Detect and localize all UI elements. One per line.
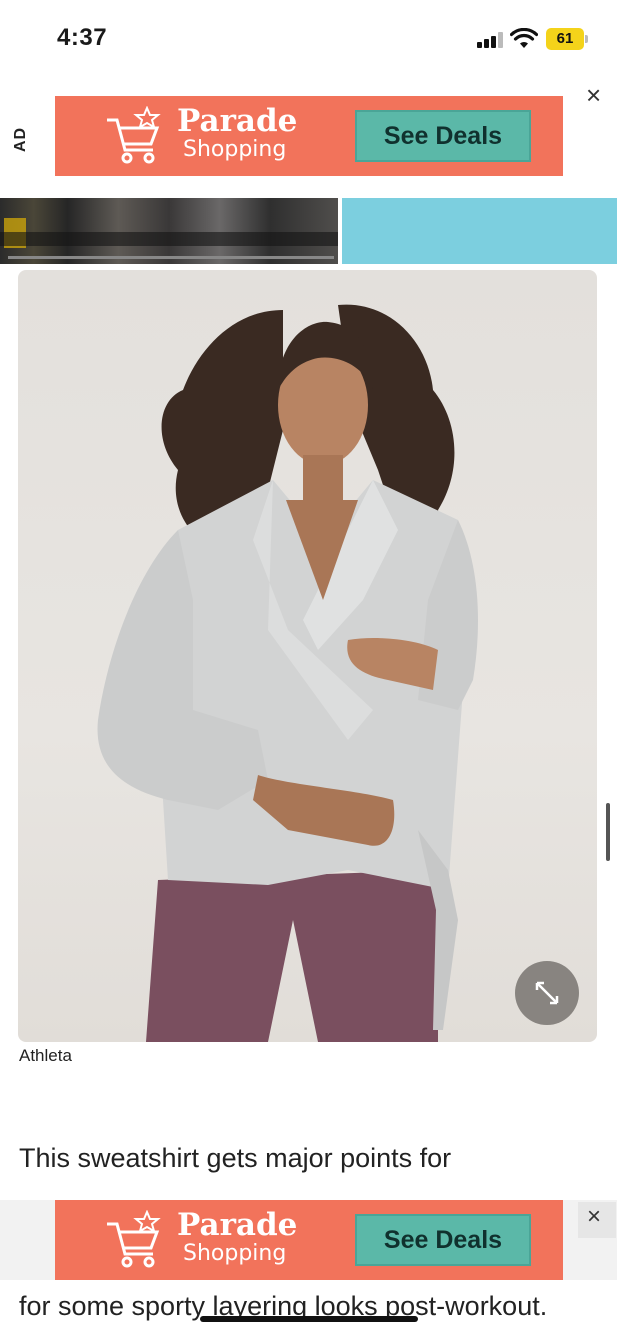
status-time: 4:37 bbox=[57, 24, 108, 51]
ad-brand-sub: Shopping bbox=[183, 1241, 287, 1266]
ad-brand-name: Parade bbox=[177, 103, 298, 139]
ad-label: AD bbox=[12, 126, 29, 152]
top-ad-banner[interactable]: Parade Shopping See Deals bbox=[55, 96, 563, 176]
expand-icon bbox=[535, 981, 559, 1005]
battery-indicator: 61 bbox=[546, 28, 584, 50]
ad-brand-name: Parade bbox=[177, 1207, 298, 1243]
expand-image-button[interactable] bbox=[515, 961, 579, 1025]
scrollbar[interactable] bbox=[606, 803, 610, 861]
cellular-signal-icon bbox=[477, 32, 505, 48]
video-thumbnail-strip[interactable] bbox=[0, 198, 338, 264]
model-wearing-wrap-sweatshirt bbox=[97, 304, 478, 1042]
bottom-ad-banner[interactable]: Parade Shopping See Deals bbox=[55, 1200, 563, 1280]
home-indicator[interactable] bbox=[200, 1316, 418, 1322]
wifi-icon bbox=[510, 28, 538, 48]
image-credit: Athleta bbox=[19, 1046, 72, 1065]
close-icon: × bbox=[587, 1203, 602, 1230]
video-progress-bar[interactable] bbox=[8, 256, 334, 259]
article-line-1: This sweatshirt gets major points for bbox=[19, 1143, 452, 1173]
status-bar: 4:37 61 bbox=[0, 0, 617, 80]
shopping-cart-icon bbox=[107, 106, 161, 164]
battery-cap-icon bbox=[585, 35, 588, 43]
ad-side-panel[interactable] bbox=[342, 198, 617, 264]
product-photo bbox=[18, 270, 597, 1042]
see-deals-button[interactable]: See Deals bbox=[355, 1214, 531, 1266]
ad-brand-sub: Shopping bbox=[183, 137, 287, 162]
see-deals-button[interactable]: See Deals bbox=[355, 110, 531, 162]
top-ad-close-button[interactable]: × bbox=[586, 82, 601, 108]
shopping-cart-icon bbox=[107, 1210, 161, 1268]
